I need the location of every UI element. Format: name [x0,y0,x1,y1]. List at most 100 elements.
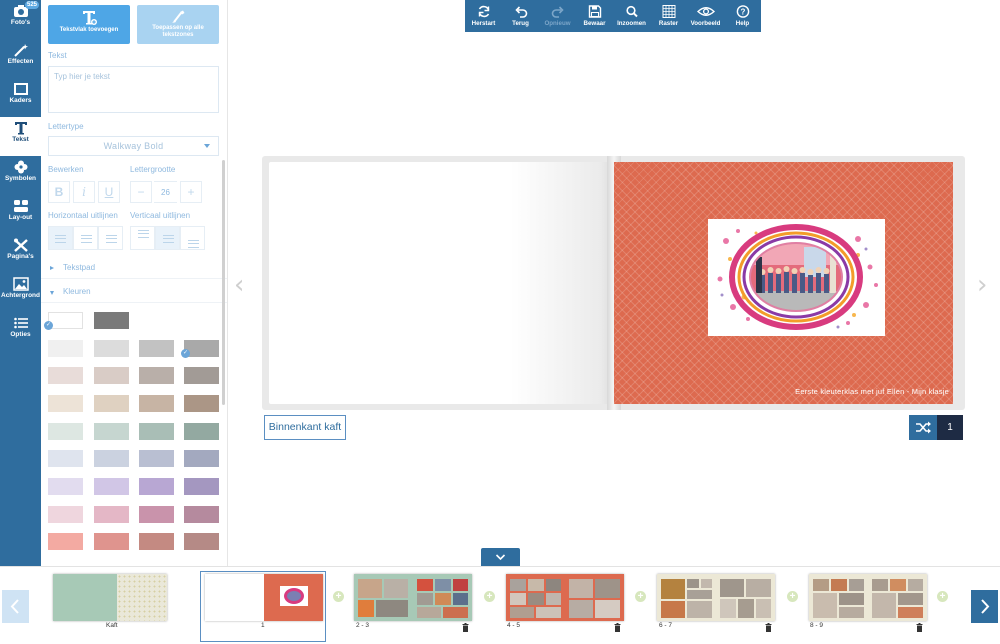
color-swatch[interactable] [48,395,83,412]
inside-cover-page[interactable] [269,162,614,404]
sidebar-item-opties[interactable]: Opties [0,312,41,351]
colors-section[interactable]: Kleuren [41,281,227,303]
color-swatch[interactable] [48,367,83,384]
color-swatch[interactable] [94,533,129,550]
undo-button[interactable]: Terug [502,0,539,32]
color-swatch[interactable] [48,506,83,523]
font-select[interactable]: Walkway Bold [48,136,219,156]
add-text-box-button[interactable]: Tekstvlak toevoegen [48,5,130,44]
thumb-page-2-3[interactable] [354,574,472,621]
color-swatch[interactable] [94,506,129,523]
color-swatch[interactable] [184,423,219,440]
add-page-button[interactable]: + [937,591,948,602]
color-swatch[interactable] [139,533,174,550]
page-name-label[interactable]: Binnenkant kaft [264,415,346,440]
sidebar-item-paginas[interactable]: Pagina's [0,234,41,273]
help-button[interactable]: ? Help [724,0,761,32]
page-photo[interactable] [708,219,885,336]
textpath-label: Tekstpad [63,263,96,272]
restart-button[interactable]: Herstart [465,0,502,32]
trash-icon[interactable] [916,623,923,632]
align-bottom-button[interactable] [180,226,205,250]
italic-button[interactable]: i [73,181,95,203]
textpath-section[interactable]: Tekstpad [41,257,227,279]
color-swatch[interactable] [48,478,83,495]
color-swatch[interactable] [48,312,83,329]
color-swatch[interactable] [94,367,129,384]
color-swatch[interactable] [139,395,174,412]
thumb-cover[interactable] [53,574,167,621]
color-swatch[interactable] [139,367,174,384]
zoom-button[interactable]: Inzoomen [613,0,650,32]
thumb-page-8-9[interactable] [809,574,927,621]
trash-icon[interactable] [462,623,469,632]
filmstrip-prev-button[interactable] [2,590,29,623]
preview-button[interactable]: Voorbeeld [687,0,724,32]
color-swatch[interactable] [184,478,219,495]
align-middle-button[interactable] [155,226,180,250]
page-1[interactable]: Eerste kleuterklas met juf Ellen - Mijn … [614,162,953,404]
increase-size-button[interactable]: + [180,181,202,203]
previous-spread-button[interactable]: ‹ [234,270,244,300]
color-swatch[interactable] [184,506,219,523]
color-swatch[interactable] [48,340,83,357]
color-swatch[interactable] [48,533,83,550]
bold-button[interactable]: B [48,181,70,203]
color-swatch[interactable] [139,340,174,357]
filmstrip-next-button[interactable] [971,590,998,623]
thumb-label: 8 - 9 [810,622,824,629]
add-page-button[interactable]: + [333,591,344,602]
align-left-button[interactable] [48,226,73,250]
color-swatch[interactable] [94,340,129,357]
align-center-button[interactable] [73,226,98,250]
color-swatch[interactable] [139,450,174,467]
thumb-page-6-7[interactable] [657,574,775,621]
page-caption[interactable]: Eerste kleuterklas met juf Ellen - Mijn … [714,387,949,396]
next-spread-button[interactable]: › [977,270,987,300]
class-photo-image [708,219,885,336]
grid-label: Raster [658,20,679,27]
trash-icon[interactable] [614,623,621,632]
add-page-button[interactable]: + [484,591,495,602]
align-top-button[interactable] [130,226,155,250]
shuffle-layout-button[interactable] [909,415,937,440]
redo-button[interactable]: Opnieuw [539,0,576,32]
color-swatch[interactable] [139,506,174,523]
thumb-page-4-5[interactable] [506,574,624,621]
sidebar-item-symbolen[interactable]: Symbolen [0,156,41,195]
color-swatch[interactable] [94,423,129,440]
colors-label: Kleuren [63,287,91,296]
color-swatch[interactable] [184,450,219,467]
sidebar-item-fotos[interactable]: 525 Foto's [0,0,41,39]
font-size-value[interactable]: 26 [154,181,177,203]
color-swatch[interactable] [139,423,174,440]
panel-scrollbar[interactable] [222,160,225,405]
sidebar-item-layout[interactable]: Lay-out [0,195,41,234]
underline-button[interactable]: U [98,181,120,203]
color-swatch[interactable] [48,450,83,467]
apply-all-textzones-button[interactable]: Toepassen op alle tekstzones [137,5,219,44]
decrease-size-button[interactable]: − [130,181,152,203]
color-swatch[interactable] [94,395,129,412]
color-swatch[interactable] [94,450,129,467]
add-page-button[interactable]: + [635,591,646,602]
align-right-button[interactable] [98,226,123,250]
sidebar-item-kaders[interactable]: Kaders [0,78,41,117]
sidebar-item-achtergrond[interactable]: Achtergrond [0,273,41,312]
color-swatch[interactable] [94,478,129,495]
color-swatch[interactable] [184,533,219,550]
color-swatch[interactable] [48,423,83,440]
trash-icon[interactable] [765,623,772,632]
save-button[interactable]: Bewaar [576,0,613,32]
text-input[interactable]: Typ hier je tekst [48,66,219,113]
thumb-page-1[interactable] [205,574,323,621]
color-swatch[interactable] [139,478,174,495]
color-swatch[interactable] [184,367,219,384]
grid-button[interactable]: Raster [650,0,687,32]
add-page-button[interactable]: + [787,591,798,602]
sidebar-item-tekst[interactable]: Tekst [0,117,41,156]
color-swatch[interactable] [94,312,129,329]
color-swatch[interactable] [184,395,219,412]
collapse-filmstrip-button[interactable] [481,548,520,566]
sidebar-item-effecten[interactable]: Effecten [0,39,41,78]
